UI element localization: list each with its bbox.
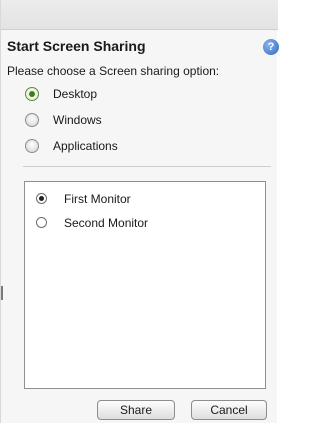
dialog-heading: Start Screen Sharing — [7, 38, 146, 54]
share-button[interactable]: Share — [97, 400, 175, 420]
windows-label: Windows — [53, 113, 102, 127]
applications-label: Applications — [53, 139, 118, 153]
first-monitor-radio[interactable] — [36, 193, 47, 204]
screen-sharing-dialog: Start Screen Sharing ? Please choose a S… — [0, 0, 279, 423]
second-monitor-label: Second Monitor — [64, 216, 149, 230]
help-icon[interactable]: ? — [263, 39, 279, 55]
second-monitor-radio[interactable] — [36, 217, 47, 228]
monitor-list: First Monitor Second Monitor — [24, 181, 266, 389]
desktop-label: Desktop — [53, 87, 98, 101]
dialog-titlebar[interactable] — [1, 0, 278, 30]
desktop-radio[interactable] — [25, 87, 39, 101]
windows-radio[interactable] — [25, 113, 39, 127]
first-monitor-label: First Monitor — [64, 192, 131, 206]
cancel-button[interactable]: Cancel — [191, 400, 267, 420]
applications-radio[interactable] — [25, 139, 39, 153]
sharing-prompt: Please choose a Screen sharing option: — [7, 64, 220, 78]
divider — [23, 166, 271, 167]
resize-handle[interactable] — [1, 286, 3, 300]
